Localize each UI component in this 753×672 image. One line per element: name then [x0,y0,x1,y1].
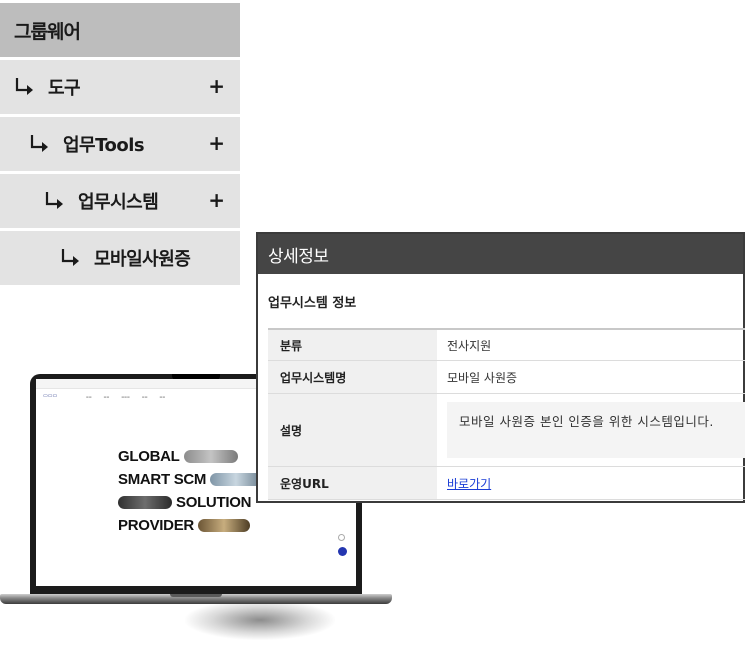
tree-item-label: 업무Tools [63,135,145,156]
sub-arrow-icon [44,190,64,212]
hero-line-3: SOLUTION [176,494,252,511]
tree-header-label: 그룹웨어 [14,20,81,43]
hero-image-pill [118,496,172,509]
laptop-shadow [185,600,335,640]
hero-line-2: SMART SCM [118,471,207,488]
expand-plus-icon[interactable]: + [208,131,225,155]
panel-title: 상세정보 [258,234,743,274]
panel-subtitle: 업무시스템 정보 [268,295,357,311]
tree-item-label: 도구 [48,78,81,99]
sub-arrow-icon [14,76,34,98]
hero-image-pill [210,473,263,486]
hero-line-1: GLOBAL [118,448,180,465]
hero-text: GLOBAL SMART SCM SOLUTION PROVIDER [118,445,266,537]
row-label: 운영URL [268,466,437,500]
row-value: 전사지원 [437,328,745,361]
hero-line-4: PROVIDER [118,517,194,534]
shortcut-link[interactable]: 바로가기 [447,477,491,491]
tree-item-work-tools[interactable]: 업무Tools + [0,117,240,171]
sub-arrow-icon [29,133,49,155]
laptop-base-notch [170,594,222,597]
row-value: 모바일 사원증 [437,360,745,394]
tree-item-mobile-id[interactable]: 모바일사원증 [0,231,240,285]
site-logo: ▭▭▭ [43,393,58,399]
table-row: 업무시스템명 모바일 사원증 [268,360,745,394]
info-table: 분류 전사지원 업무시스템명 모바일 사원증 설명 모바일 사원증 본인 인증을… [268,328,745,500]
tree-header[interactable]: 그룹웨어 [0,3,240,57]
row-label: 분류 [268,328,437,361]
expand-plus-icon[interactable]: + [208,188,225,212]
row-value-cell: 모바일 사원증 본인 인증을 위한 시스템입니다. [437,393,745,467]
hero-image-pill [197,519,250,532]
tree-item-label: 업무시스템 [78,192,159,213]
site-nav: ▬▬ ▬▬ ▬▬▬ ▬▬ ▬▬ [86,395,166,399]
tree-item-label: 모바일사원증 [94,249,191,270]
floating-action-icon [338,547,347,556]
tree-item-tools[interactable]: 도구 + [0,60,240,114]
table-row: 설명 모바일 사원증 본인 인증을 위한 시스템입니다. [268,393,745,467]
detail-panel: 상세정보 업무시스템 정보 분류 전사지원 업무시스템명 모바일 사원증 설명 … [256,232,745,503]
sub-arrow-icon [60,247,80,269]
hero-image-pill [183,450,238,463]
tree-item-work-system[interactable]: 업무시스템 + [0,174,240,228]
laptop-base [0,594,392,604]
row-label: 업무시스템명 [268,360,437,394]
table-row: 운영URL 바로가기 [268,466,745,500]
row-label: 설명 [268,393,437,467]
scroll-indicator-icon [338,534,345,541]
expand-plus-icon[interactable]: + [208,74,225,98]
table-row: 분류 전사지원 [268,328,745,361]
description-text: 모바일 사원증 본인 인증을 위한 시스템입니다. [447,402,745,458]
row-value-cell: 바로가기 [437,466,745,500]
